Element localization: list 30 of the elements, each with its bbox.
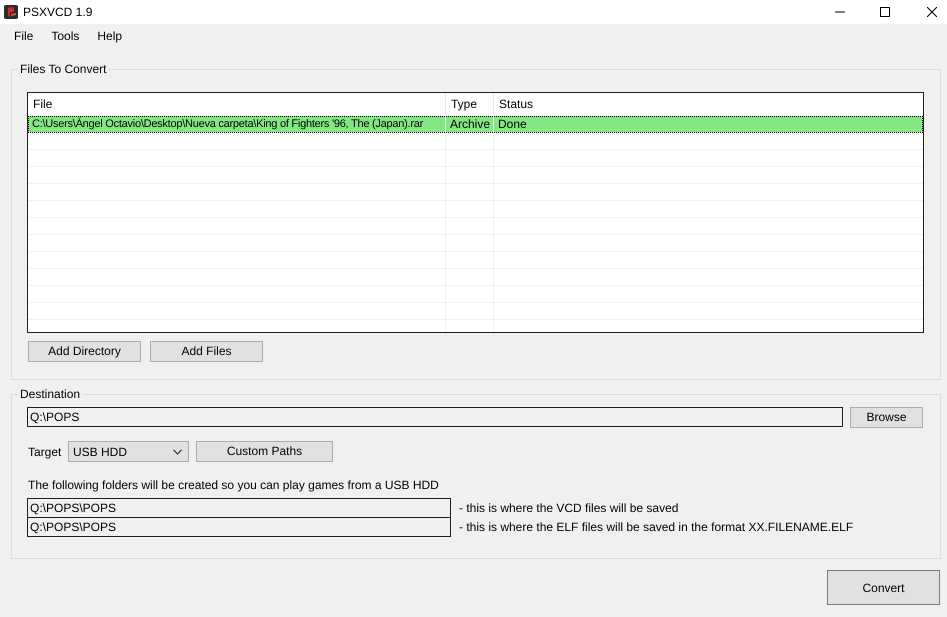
target-dropdown[interactable]: USB HDD xyxy=(68,441,189,462)
menu-item[interactable]: Tools xyxy=(42,27,88,45)
target-label: Target xyxy=(28,444,62,458)
add-button[interactable]: Add Directory xyxy=(28,341,141,362)
menu-item[interactable]: File xyxy=(5,27,42,45)
path-field[interactable]: Q:\POPS xyxy=(27,407,843,427)
info-text: The following folders will be created so you can play games from a USB HDD xyxy=(27,478,440,492)
column-header[interactable]: File xyxy=(28,93,446,115)
table-row[interactable]: C:\Users\Ángel Octavio\Desktop\Nueva carpeta\King of Fighters '96, The (Japan).rar Archive Done xyxy=(28,116,923,133)
browse-button[interactable]: Browse xyxy=(850,407,923,428)
convert-button[interactable]: Convert xyxy=(827,570,940,605)
window-title: PSXVCD 1.9 xyxy=(23,5,92,19)
column-header[interactable]: Type xyxy=(446,93,494,115)
folder-field[interactable]: Q:\POPS\POPS xyxy=(27,498,451,518)
close-icon xyxy=(927,7,937,17)
table-cell: C:\Users\Ángel Octavio\Desktop\Nueva carpeta\King of Fighters '96, The (Japan).rar xyxy=(28,116,446,132)
logo-icon xyxy=(4,5,18,19)
folder-note: - this is where the VCD files will be saved xyxy=(459,501,678,515)
group-title: Destination xyxy=(19,387,82,401)
menu-item[interactable]: Help xyxy=(88,27,132,45)
column-header[interactable]: Status xyxy=(494,93,923,115)
custom-paths-button[interactable]: Custom Paths xyxy=(196,441,333,462)
folder-note: - this is where the ELF files will be saved in the format XX.FILENAME.ELF xyxy=(459,520,854,534)
table-cell-text: Done xyxy=(497,116,528,132)
caret-icon xyxy=(173,448,182,454)
add-button[interactable]: Add Files xyxy=(150,341,263,362)
group-title: Files To Convert xyxy=(19,62,108,76)
folder-field[interactable]: Q:\POPS\POPS xyxy=(27,517,451,537)
table-cell: Archive xyxy=(446,116,494,132)
maximize-icon xyxy=(880,7,890,17)
